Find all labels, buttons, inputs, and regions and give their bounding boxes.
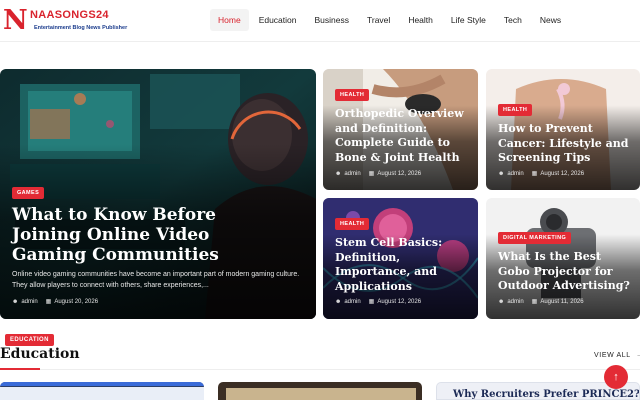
post-title[interactable]: How to Prevent Cancer: Lifestyle and Scr… xyxy=(498,122,636,166)
nav-item-life-style[interactable]: Life Style xyxy=(443,9,494,31)
post-date: August 12, 2026 xyxy=(377,170,422,177)
post-card[interactable]: HEALTH Orthopedic Overview and Definitio… xyxy=(323,69,478,190)
post-author[interactable]: admin xyxy=(507,171,523,177)
post-date: August 11, 2026 xyxy=(540,298,584,305)
logo-letter: N xyxy=(3,5,28,36)
user-icon: ☻ xyxy=(12,298,19,305)
featured-date: August 20, 2026 xyxy=(54,298,99,305)
nav-item-home[interactable]: Home xyxy=(210,9,249,31)
post-author[interactable]: admin xyxy=(344,171,360,177)
section-divider xyxy=(0,369,640,370)
page: N NAASONGS24 Entertainment Blog News Pub… xyxy=(0,0,640,400)
post-meta: ☻ admin ▦ August 12, 2026 xyxy=(335,298,422,306)
category-badge[interactable]: HEALTH xyxy=(335,89,370,101)
calendar-icon: ▦ xyxy=(45,299,52,305)
featured-author[interactable]: admin xyxy=(21,299,37,305)
thumb-title[interactable]: Why Recruiters Prefer PRINCE2? xyxy=(453,389,639,399)
category-badge[interactable]: HEALTH xyxy=(498,104,533,116)
section-title-underline xyxy=(0,368,40,370)
featured-post-meta: ☻ admin ▦ August 20, 2026 xyxy=(12,298,99,306)
featured-post-excerpt: Online video gaming communities have bec… xyxy=(12,271,300,289)
site-header: N NAASONGS24 Entertainment Blog News Pub… xyxy=(0,0,640,42)
post-title[interactable]: What Is the Best Gobo Projector for Outd… xyxy=(498,250,636,294)
post-title[interactable]: Orthopedic Overview and Definition: Comp… xyxy=(335,107,473,165)
view-all-label: VIEW ALL xyxy=(594,352,631,359)
post-author[interactable]: admin xyxy=(507,299,523,305)
post-meta: ☻ admin ▦ August 12, 2026 xyxy=(335,170,422,178)
user-icon: ☻ xyxy=(335,298,342,305)
nav-item-education[interactable]: Education xyxy=(251,9,305,31)
post-card[interactable]: DIGITAL MARKETING What Is the Best Gobo … xyxy=(486,198,640,319)
education-post-thumb[interactable] xyxy=(0,382,204,400)
main-nav: Home Education Business Travel Health Li… xyxy=(210,9,571,31)
section-title: Education xyxy=(0,346,80,362)
calendar-icon: ▦ xyxy=(531,171,538,177)
nav-item-news[interactable]: News xyxy=(532,9,569,31)
post-meta: ☻ admin ▦ August 12, 2026 xyxy=(498,170,585,178)
featured-post-card[interactable]: GAMES What to Know Before Joining Online… xyxy=(0,69,316,319)
nav-item-travel[interactable]: Travel xyxy=(359,9,398,31)
calendar-icon: ▦ xyxy=(531,299,538,305)
nav-item-business[interactable]: Business xyxy=(307,9,358,31)
nav-item-health[interactable]: Health xyxy=(400,9,441,31)
category-badge[interactable]: HEALTH xyxy=(335,218,370,230)
post-date: August 12, 2026 xyxy=(540,170,585,177)
calendar-icon: ▦ xyxy=(368,299,375,305)
category-badge[interactable]: DIGITAL MARKETING xyxy=(498,232,572,244)
logo-tagline: Entertainment Blog News Publisher xyxy=(34,25,128,31)
post-author[interactable]: admin xyxy=(344,299,360,305)
education-post-thumb[interactable] xyxy=(218,382,422,400)
post-title[interactable]: Stem Cell Basics: Definition, Importance… xyxy=(335,236,473,294)
post-card[interactable]: HEALTH Stem Cell Basics: Definition, Imp… xyxy=(323,198,478,319)
post-meta: ☻ admin ▦ August 11, 2026 xyxy=(498,298,584,306)
nav-item-tech[interactable]: Tech xyxy=(496,9,530,31)
arrow-right-icon: → xyxy=(636,352,640,359)
featured-category-badge[interactable]: GAMES xyxy=(12,187,45,199)
post-card[interactable]: HEALTH How to Prevent Cancer: Lifestyle … xyxy=(486,69,640,190)
back-to-top-button[interactable]: ↑ xyxy=(604,365,628,389)
arrow-up-icon: ↑ xyxy=(613,371,619,383)
post-date: August 12, 2026 xyxy=(377,298,422,305)
user-icon: ☻ xyxy=(498,298,505,305)
user-icon: ☻ xyxy=(335,170,342,177)
view-all-link[interactable]: VIEW ALL → xyxy=(594,352,640,359)
featured-post-title[interactable]: What to Know Before Joining Online Video… xyxy=(12,205,282,265)
logo-name: NAASONGS24 xyxy=(30,9,109,21)
section-category-badge[interactable]: EDUCATION xyxy=(5,334,54,346)
user-icon: ☻ xyxy=(498,170,505,177)
calendar-icon: ▦ xyxy=(368,171,375,177)
site-logo[interactable]: N NAASONGS24 Entertainment Blog News Pub… xyxy=(3,6,153,36)
